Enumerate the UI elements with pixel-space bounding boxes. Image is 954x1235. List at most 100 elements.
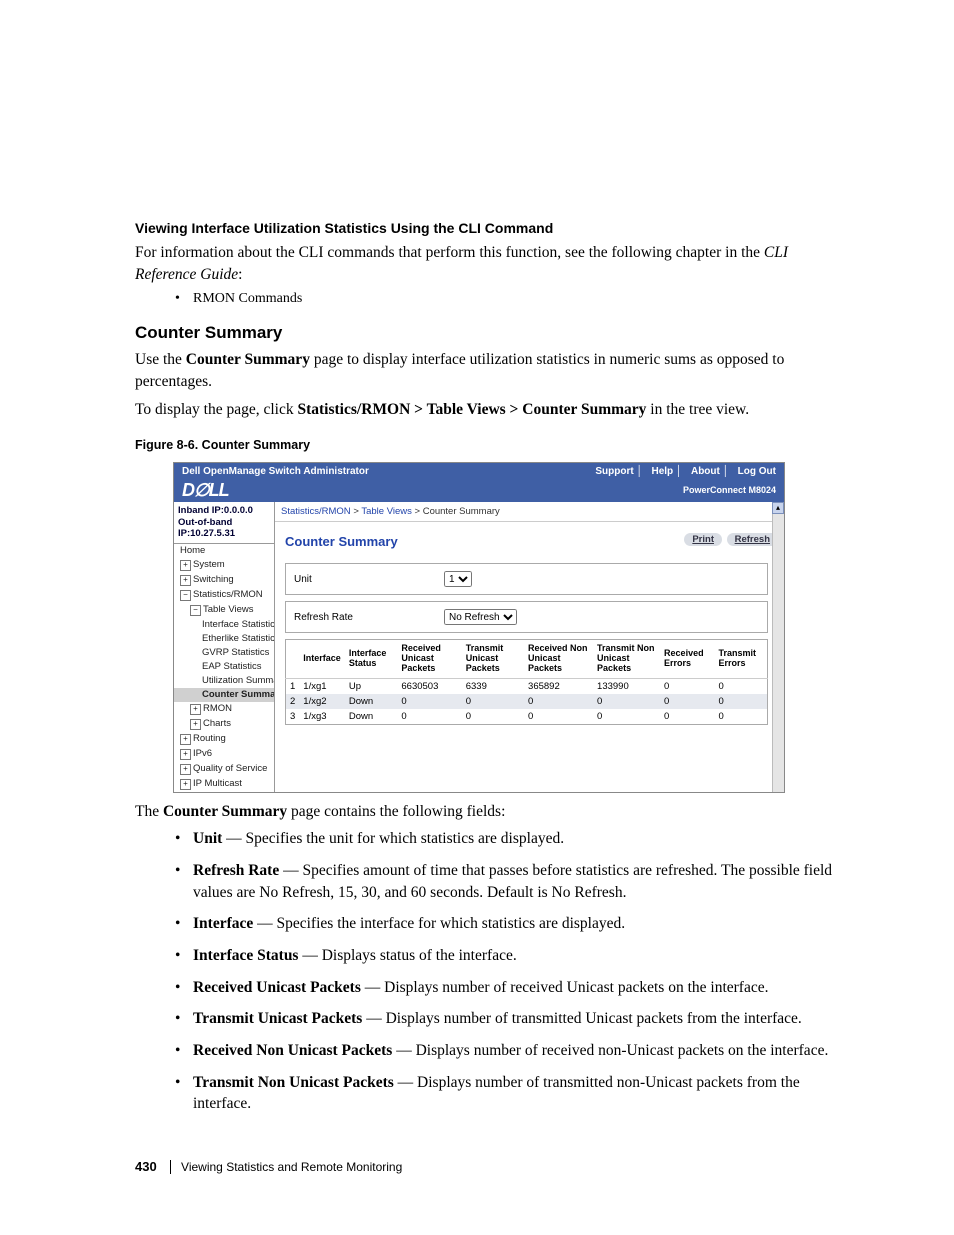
about-link[interactable]: About bbox=[691, 466, 720, 477]
collapse-icon[interactable]: − bbox=[190, 605, 201, 616]
text: page contains the following fields: bbox=[287, 803, 505, 820]
print-button[interactable]: Print bbox=[684, 533, 722, 546]
field-item: •Interface Status — Displays status of t… bbox=[175, 945, 834, 967]
unit-select[interactable]: 1 bbox=[444, 571, 472, 587]
unit-label: Unit bbox=[294, 574, 444, 585]
field-item: •Transmit Unicast Packets — Displays num… bbox=[175, 1008, 834, 1030]
bullet-text: RMON Commands bbox=[193, 291, 302, 307]
bullet-icon: • bbox=[175, 1072, 193, 1115]
paragraph: For information about the CLI commands t… bbox=[135, 242, 834, 285]
tree-routing[interactable]: +Routing bbox=[174, 732, 274, 747]
tree-home[interactable]: Home bbox=[174, 544, 274, 558]
tree-ipv6[interactable]: +IPv6 bbox=[174, 747, 274, 762]
tree-etherlike-statistics[interactable]: Etherlike Statistics bbox=[174, 632, 274, 646]
scrollbar[interactable]: ▴ bbox=[772, 502, 784, 791]
page-title: Counter Summary bbox=[285, 534, 398, 549]
text: in the tree view. bbox=[646, 401, 749, 418]
field-item: •Transmit Non Unicast Packets — Displays… bbox=[175, 1072, 834, 1115]
section-heading: Counter Summary bbox=[135, 323, 834, 343]
logout-link[interactable]: Log Out bbox=[738, 466, 776, 477]
col-received-errors: Received Errors bbox=[660, 640, 714, 679]
nav-tree[interactable]: Inband IP:0.0.0.0 Out-of-band IP:10.27.5… bbox=[174, 502, 275, 791]
footer-title: Viewing Statistics and Remote Monitoring bbox=[181, 1160, 402, 1174]
col-transmit-non-unicast: Transmit Non Unicast Packets bbox=[593, 640, 660, 679]
tree-utilization-summary[interactable]: Utilization Summary bbox=[174, 674, 274, 688]
tree-counter-summary[interactable]: Counter Summary bbox=[174, 688, 274, 702]
tree-gvrp-statistics[interactable]: GVRP Statistics bbox=[174, 646, 274, 660]
field-item: •Received Unicast Packets — Displays num… bbox=[175, 977, 834, 999]
tree-interface-statistics[interactable]: Interface Statistics bbox=[174, 618, 274, 632]
field-item: •Refresh Rate — Specifies amount of time… bbox=[175, 860, 834, 903]
logo-bar: D∅LL PowerConnect M8024 bbox=[174, 480, 784, 502]
expand-icon[interactable]: + bbox=[180, 764, 191, 775]
field-item: •Interface — Specifies the interface for… bbox=[175, 913, 834, 935]
bullet-item: • RMON Commands bbox=[175, 291, 834, 307]
col-transmit-errors: Transmit Errors bbox=[715, 640, 768, 679]
breadcrumb-link[interactable]: Table Views bbox=[361, 506, 412, 517]
refresh-rate-select[interactable]: No Refresh bbox=[444, 609, 517, 625]
page-name: Counter Summary bbox=[163, 803, 287, 820]
text: To display the page, click bbox=[135, 401, 297, 418]
text: For information about the CLI commands t… bbox=[135, 244, 764, 261]
tree-rmon[interactable]: +RMON bbox=[174, 702, 274, 717]
page-name: Counter Summary bbox=[186, 351, 310, 368]
dell-logo: D∅LL bbox=[182, 480, 229, 501]
counter-table: Interface Interface Status Received Unic… bbox=[285, 639, 768, 725]
paragraph: To display the page, click Statistics/RM… bbox=[135, 399, 834, 421]
bullet-icon: • bbox=[175, 291, 193, 307]
page-number: 430 bbox=[135, 1159, 157, 1174]
col-transmit-unicast: Transmit Unicast Packets bbox=[462, 640, 524, 679]
app-title: Dell OpenManage Switch Administrator bbox=[182, 466, 369, 477]
paragraph: Use the Counter Summary page to display … bbox=[135, 349, 834, 392]
nav-path: Statistics/RMON > Table Views > Counter … bbox=[297, 401, 646, 418]
bullet-icon: • bbox=[175, 828, 193, 850]
tree-eap-statistics[interactable]: EAP Statistics bbox=[174, 660, 274, 674]
expand-icon[interactable]: + bbox=[180, 575, 191, 586]
tree-statistics-rmon[interactable]: −Statistics/RMON bbox=[174, 588, 274, 603]
table-row: 31/xg3Down000000 bbox=[286, 709, 768, 725]
breadcrumb-link[interactable]: Statistics/RMON bbox=[281, 506, 351, 517]
breadcrumb-current: Counter Summary bbox=[423, 506, 500, 517]
text: The bbox=[135, 803, 163, 820]
expand-icon[interactable]: + bbox=[190, 704, 201, 715]
bullet-list: • RMON Commands bbox=[175, 291, 834, 307]
expand-icon[interactable]: + bbox=[180, 560, 191, 571]
bullet-icon: • bbox=[175, 977, 193, 999]
paragraph: The Counter Summary page contains the fo… bbox=[135, 801, 834, 823]
ip-info: Inband IP:0.0.0.0 Out-of-band IP:10.27.5… bbox=[174, 502, 274, 543]
figure-caption: Figure 8-6. Counter Summary bbox=[135, 438, 834, 452]
help-link[interactable]: Help bbox=[651, 466, 673, 477]
col-interface-status: Interface Status bbox=[345, 640, 398, 679]
collapse-icon[interactable]: − bbox=[180, 590, 191, 601]
bullet-icon: • bbox=[175, 1040, 193, 1062]
content-pane: Statistics/RMON > Table Views > Counter … bbox=[275, 502, 784, 791]
field-item: •Received Non Unicast Packets — Displays… bbox=[175, 1040, 834, 1062]
tree-system[interactable]: +System bbox=[174, 558, 274, 573]
support-link[interactable]: Support bbox=[595, 466, 633, 477]
refresh-button[interactable]: Refresh bbox=[727, 533, 778, 546]
tree-ip-multicast[interactable]: +IP Multicast bbox=[174, 777, 274, 792]
table-row: 11/xg1Up6630503633936589213399000 bbox=[286, 679, 768, 695]
field-item: •Unit — Specifies the unit for which sta… bbox=[175, 828, 834, 850]
col-received-non-unicast: Received Non Unicast Packets bbox=[524, 640, 593, 679]
bullet-icon: • bbox=[175, 913, 193, 935]
outofband-ip: Out-of-band IP:10.27.5.31 bbox=[178, 517, 270, 540]
text: : bbox=[238, 266, 242, 283]
refresh-rate-box: Refresh Rate No Refresh bbox=[285, 601, 768, 633]
tree-table-views[interactable]: −Table Views bbox=[174, 603, 274, 618]
tree-charts[interactable]: +Charts bbox=[174, 717, 274, 732]
tree-qos[interactable]: +Quality of Service bbox=[174, 762, 274, 777]
tree-switching[interactable]: +Switching bbox=[174, 573, 274, 588]
app-topbar: Dell OpenManage Switch Administrator Sup… bbox=[174, 463, 784, 480]
bullet-icon: • bbox=[175, 945, 193, 967]
scroll-up-icon[interactable]: ▴ bbox=[772, 502, 784, 514]
expand-icon[interactable]: + bbox=[180, 779, 191, 790]
bullet-icon: • bbox=[175, 860, 193, 903]
expand-icon[interactable]: + bbox=[180, 749, 191, 760]
expand-icon[interactable]: + bbox=[190, 719, 201, 730]
refresh-rate-label: Refresh Rate bbox=[294, 612, 444, 623]
field-list: •Unit — Specifies the unit for which sta… bbox=[175, 828, 834, 1115]
expand-icon[interactable]: + bbox=[180, 734, 191, 745]
unit-box: Unit 1 bbox=[285, 563, 768, 595]
screenshot-frame: Dell OpenManage Switch Administrator Sup… bbox=[173, 462, 785, 792]
